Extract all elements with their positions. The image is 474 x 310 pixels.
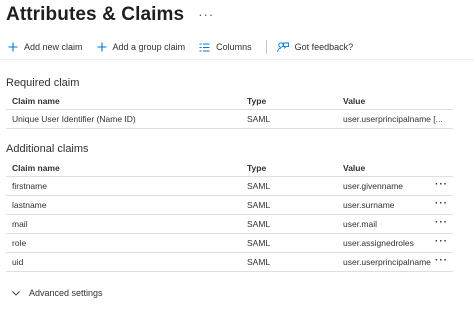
claim-type-cell: SAML — [247, 181, 271, 191]
required-claim-heading: Required claim — [6, 77, 80, 89]
command-bar: Add new claim Add a group claim Columns … — [8, 39, 367, 55]
columns-icon — [199, 43, 210, 51]
table-row[interactable]: role SAML user.assignedroles ··· — [6, 234, 453, 253]
toolbar-divider — [265, 40, 267, 54]
column-header-type[interactable]: Type — [247, 96, 266, 106]
row-more-icon[interactable]: ··· — [435, 255, 448, 266]
claim-value-cell: user.mail — [343, 219, 378, 229]
table-row[interactable]: firstname SAML user.givenname ··· — [6, 177, 453, 196]
more-options-icon[interactable]: ··· — [198, 7, 214, 22]
row-more-icon[interactable]: ··· — [435, 236, 448, 247]
table-row[interactable]: mail SAML user.mail ··· — [6, 215, 453, 234]
columns-label: Columns — [216, 42, 252, 52]
column-header-value[interactable]: Value — [343, 163, 365, 173]
column-header-type[interactable]: Type — [247, 163, 266, 173]
column-header-claim-name[interactable]: Claim name — [12, 96, 60, 106]
advanced-settings-label: Advanced settings — [29, 288, 103, 298]
chevron-down-icon — [12, 290, 20, 296]
required-claim-table: Claim name Type Value Unique User Identi… — [6, 92, 453, 129]
claim-type-cell: SAML — [247, 219, 271, 229]
page-header: Attributes & Claims ··· — [6, 4, 214, 26]
claim-type-cell: SAML — [247, 238, 271, 248]
claim-name-cell: firstname — [12, 181, 47, 191]
table-header: Claim name Type Value — [6, 92, 453, 110]
plus-icon — [8, 42, 18, 52]
claim-name-cell: mail — [12, 219, 28, 229]
claim-value-cell: user.userprincipalname [... — [343, 114, 443, 124]
feedback-button[interactable]: Got feedback? — [276, 41, 354, 53]
claim-value-cell: user.givenname — [343, 181, 404, 191]
add-new-claim-label: Add new claim — [24, 42, 83, 52]
claim-value-cell: user.userprincipalname — [343, 257, 431, 267]
claim-type-cell: SAML — [247, 114, 271, 124]
row-more-icon[interactable]: ··· — [435, 217, 448, 228]
claim-value-cell: user.assignedroles — [343, 238, 414, 248]
claim-name-cell: Unique User Identifier (Name ID) — [12, 114, 136, 124]
advanced-settings-toggle[interactable]: Advanced settings — [12, 288, 103, 298]
additional-claims-table: Claim name Type Value firstname SAML use… — [6, 159, 453, 272]
claim-type-cell: SAML — [247, 257, 271, 267]
column-header-value[interactable]: Value — [343, 96, 365, 106]
columns-button[interactable]: Columns — [199, 42, 252, 52]
row-more-icon[interactable]: ··· — [435, 198, 448, 209]
claim-name-cell: role — [12, 238, 27, 248]
table-header: Claim name Type Value — [6, 159, 453, 177]
claim-name-cell: uid — [12, 257, 24, 267]
claim-type-cell: SAML — [247, 200, 271, 210]
table-row[interactable]: lastname SAML user.surname ··· — [6, 196, 453, 215]
column-header-claim-name[interactable]: Claim name — [12, 163, 60, 173]
row-more-icon[interactable]: ··· — [435, 179, 448, 190]
table-row[interactable]: Unique User Identifier (Name ID) SAML us… — [6, 110, 453, 129]
add-group-claim-button[interactable]: Add a group claim — [97, 42, 186, 52]
add-new-claim-button[interactable]: Add new claim — [8, 42, 83, 52]
feedback-label: Got feedback? — [294, 42, 354, 52]
feedback-icon — [276, 41, 289, 52]
claim-value-cell: user.surname — [343, 200, 395, 210]
toolbar-divider-line — [0, 59, 474, 60]
table-row[interactable]: uid SAML user.userprincipalname ··· — [6, 253, 453, 272]
page-title: Attributes & Claims — [6, 4, 185, 25]
plus-icon — [97, 42, 107, 52]
claim-name-cell: lastname — [12, 200, 47, 210]
additional-claims-heading: Additional claims — [6, 143, 89, 155]
add-group-claim-label: Add a group claim — [112, 42, 186, 52]
